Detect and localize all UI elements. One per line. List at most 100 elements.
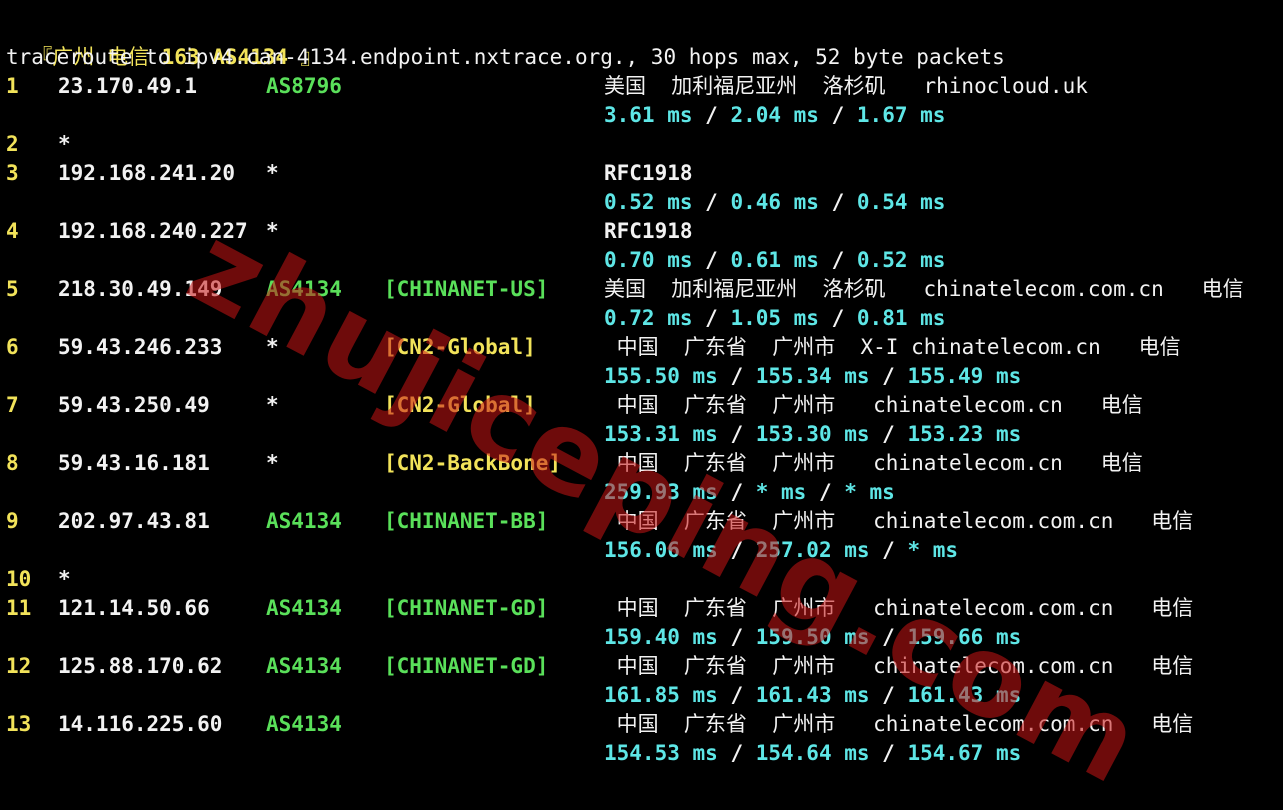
hop-number: 13 — [6, 712, 32, 736]
rtt-value: 161.43 ms — [755, 683, 870, 707]
hop-ip: 125.88.170.62 — [58, 654, 223, 678]
hop-asn: * — [266, 219, 279, 243]
hop-ip: 192.168.240.227 — [58, 219, 248, 243]
rtt-value: 0.54 ms — [856, 190, 946, 214]
hop-ip: * — [58, 567, 71, 591]
rtt-separator: / — [692, 103, 731, 127]
hop-asn: * — [266, 335, 279, 359]
hop-ip: 202.97.43.81 — [58, 509, 210, 533]
rtt-value: 155.49 ms — [907, 364, 1022, 388]
hop-asn: AS4134 — [266, 654, 342, 678]
hop-number: 2 — [6, 132, 19, 156]
hop-network-tag: [CN2-Global] — [384, 393, 536, 417]
hop-network-tag: [CN2-BackBone] — [384, 451, 562, 475]
rtt-value: 0.81 ms — [856, 306, 946, 330]
hop-number: 8 — [6, 451, 19, 475]
rtt-value: 0.46 ms — [730, 190, 819, 214]
hop-geo: 中国 广东省 广州市 chinatelecom.com.cn 电信 — [604, 509, 1194, 533]
hop-number: 3 — [6, 161, 19, 185]
hop-geo-label: RFC1918 — [604, 219, 693, 243]
hop-geo: 中国 广东省 广州市 chinatelecom.com.cn 电信 — [604, 596, 1194, 620]
hop-asn: AS8796 — [266, 74, 342, 98]
rtt-value: 154.67 ms — [907, 741, 1022, 765]
section-title: 『广州 电信 163 AS4134 』 — [6, 14, 321, 69]
hop-row: 13 14.116.225.60 AS4134 中国 广东省 广州市 chinate… — [6, 710, 1276, 739]
hop-row: 1 23.170.49.1 AS8796 美国 加利福尼亚州 洛杉矶 rhinoclo… — [6, 72, 1276, 101]
hop-row: 12 125.88.170.62 AS4134 [CHINANET-GD] 中国 广东… — [6, 652, 1276, 681]
hop-number: 6 — [6, 335, 19, 359]
hop-rtt-row: 159.40 ms / 159.50 ms / 159.66 ms — [6, 623, 1276, 652]
rtt-value: 155.50 ms — [604, 364, 718, 388]
hop-network-tag: [CHINANET-GD] — [384, 654, 549, 678]
hop-row: 7 59.43.250.49 * [CN2-Global] 中国 广东省 广州市 ch… — [6, 391, 1276, 420]
hop-geo: 中国 广东省 广州市 chinatelecom.cn 电信 — [604, 393, 1143, 417]
traceroute-header: traceroute to ipv4.can-4134.endpoint.nxt… — [6, 45, 1005, 69]
rtt-value: * ms — [755, 480, 807, 504]
rtt-separator: / — [717, 538, 756, 562]
hop-network-tag: [CHINANET-BB] — [384, 509, 549, 533]
hop-ip: 59.43.16.181 — [58, 451, 210, 475]
hop-rtt: 153.31 ms / 153.30 ms / 153.23 ms — [604, 420, 1021, 449]
rtt-separator: / — [818, 103, 857, 127]
hop-geo: 中国 广东省 广州市 chinatelecom.cn 电信 — [604, 451, 1143, 475]
rtt-separator: / — [818, 190, 857, 214]
hop-rtt: 0.52 ms / 0.46 ms / 0.54 ms — [604, 188, 945, 217]
rtt-separator: / — [717, 683, 756, 707]
rtt-value: * ms — [844, 480, 895, 504]
rtt-value: 0.61 ms — [730, 248, 819, 272]
hop-ip: 59.43.250.49 — [58, 393, 210, 417]
rtt-value: 155.34 ms — [755, 364, 870, 388]
hop-rtt: 0.70 ms / 0.61 ms / 0.52 ms — [604, 246, 945, 275]
rtt-value: 154.53 ms — [604, 741, 718, 765]
hop-rtt: 159.40 ms / 159.50 ms / 159.66 ms — [604, 623, 1021, 652]
rtt-separator: / — [692, 306, 731, 330]
rtt-separator: / — [717, 422, 756, 446]
hop-geo: 美国 加利福尼亚州 洛杉矶 chinatelecom.com.cn 电信 — [604, 277, 1244, 301]
hop-geo-label: RFC1918 — [604, 161, 693, 185]
hop-ip: * — [58, 132, 71, 156]
hop-number: 9 — [6, 509, 19, 533]
rtt-separator: / — [717, 364, 756, 388]
hop-rtt-row: 0.52 ms / 0.46 ms / 0.54 ms — [6, 188, 1276, 217]
rtt-value: 159.40 ms — [604, 625, 718, 649]
rtt-separator: / — [818, 306, 857, 330]
rtt-separator: / — [806, 480, 845, 504]
hop-number: 1 — [6, 74, 19, 98]
hop-rtt-row: 156.06 ms / 257.02 ms / * ms — [6, 536, 1276, 565]
hop-row: 3 192.168.241.20 * RFC1918 — [6, 159, 1276, 188]
rtt-value: 153.31 ms — [604, 422, 718, 446]
hop-geo: 中国 广东省 广州市 chinatelecom.com.cn 电信 — [604, 654, 1194, 678]
hop-ip: 121.14.50.66 — [58, 596, 210, 620]
hop-rtt-row: 3.61 ms / 2.04 ms / 1.67 ms — [6, 101, 1276, 130]
hop-asn: AS4134 — [266, 277, 342, 301]
hop-rtt-row: 259.93 ms / * ms / * ms — [6, 478, 1276, 507]
rtt-value: 3.61 ms — [604, 103, 693, 127]
rtt-separator: / — [717, 625, 756, 649]
rtt-value: 0.52 ms — [856, 248, 946, 272]
rtt-value: 154.64 ms — [755, 741, 870, 765]
rtt-value: 153.23 ms — [907, 422, 1022, 446]
rtt-separator: / — [692, 190, 731, 214]
hop-geo: 中国 广东省 广州市 chinatelecom.com.cn 电信 — [604, 712, 1194, 736]
hop-ip: 14.116.225.60 — [58, 712, 223, 736]
rtt-value: 259.93 ms — [604, 480, 718, 504]
rtt-value: 1.05 ms — [730, 306, 819, 330]
hop-asn: AS4134 — [266, 596, 342, 620]
hop-asn: AS4134 — [266, 712, 342, 736]
hop-row: 6 59.43.246.233 * [CN2-Global] 中国 广东省 广州市 X… — [6, 333, 1276, 362]
hop-ip: 218.30.49.149 — [58, 277, 223, 301]
rtt-separator: / — [818, 248, 857, 272]
hop-rtt-row: 154.53 ms / 154.64 ms / 154.67 ms — [6, 739, 1276, 768]
hop-row: 8 59.43.16.181 * [CN2-BackBone] 中国 广东省 广州市 … — [6, 449, 1276, 478]
hop-rtt: 259.93 ms / * ms / * ms — [604, 478, 895, 507]
rtt-value: 0.70 ms — [604, 248, 693, 272]
hop-rtt: 156.06 ms / 257.02 ms / * ms — [604, 536, 958, 565]
rtt-separator: / — [869, 741, 908, 765]
hop-number: 4 — [6, 219, 19, 243]
hop-asn: * — [266, 451, 279, 475]
hop-geo: 美国 加利福尼亚州 洛杉矶 rhinocloud.uk — [604, 74, 1088, 98]
hop-rtt: 161.85 ms / 161.43 ms / 161.43 ms — [604, 681, 1021, 710]
rtt-value: 1.67 ms — [856, 103, 946, 127]
rtt-separator: / — [717, 741, 756, 765]
hop-rtt-row: 153.31 ms / 153.30 ms / 153.23 ms — [6, 420, 1276, 449]
